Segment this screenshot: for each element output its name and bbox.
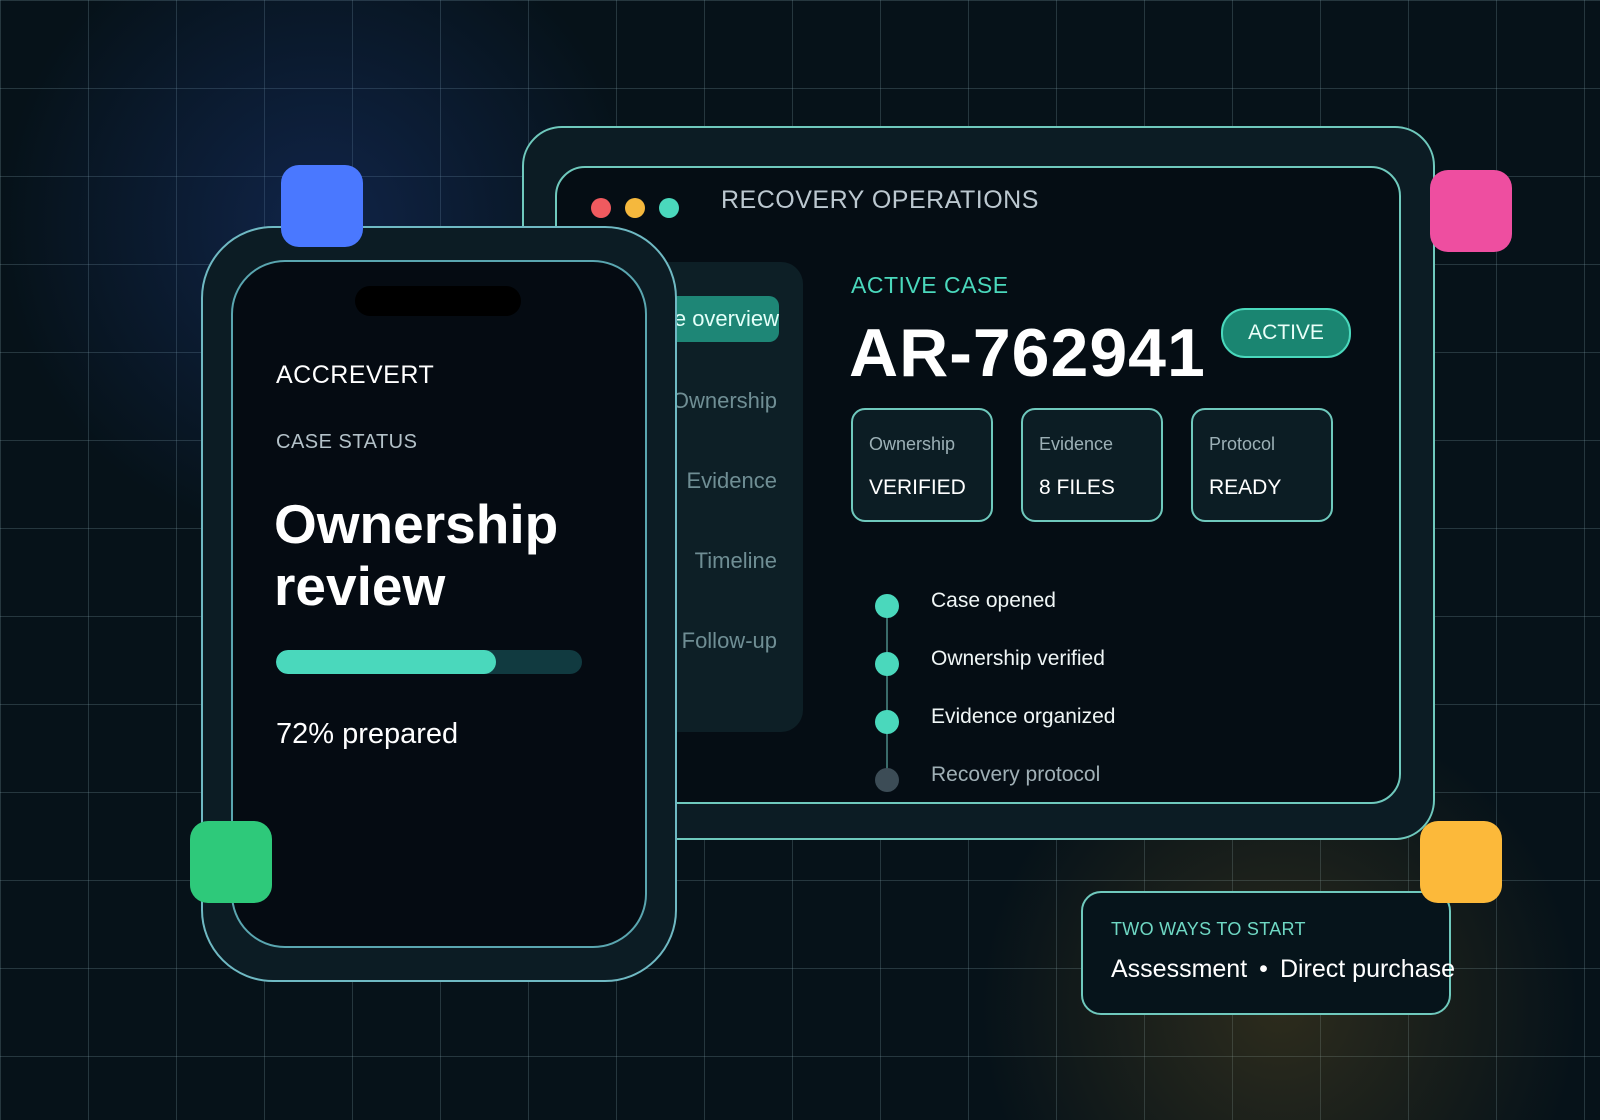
minimize-dot-icon[interactable] xyxy=(625,198,645,218)
stat-value: VERIFIED xyxy=(869,476,966,499)
start-label: TWO WAYS TO START xyxy=(1111,919,1306,939)
stat-label: Ownership xyxy=(869,434,956,454)
timeline-step: Ownership verified xyxy=(931,647,1105,670)
window-controls xyxy=(591,198,679,218)
maximize-dot-icon[interactable] xyxy=(659,198,679,218)
case-status-label: CASE STATUS xyxy=(276,431,418,453)
timeline-step: Case opened xyxy=(931,589,1056,612)
phone-heading: Ownership review xyxy=(274,493,559,617)
desktop-window: RECOVERY OPERATIONS Case overview Owners… xyxy=(555,166,1401,804)
phone-notch xyxy=(355,286,521,316)
start-options: Assessment • Direct purchase xyxy=(1111,955,1455,984)
stat-card-evidence[interactable]: Evidence 8 FILES xyxy=(1021,408,1163,522)
yellow-square-icon xyxy=(1420,821,1502,903)
timeline-dot-pending-icon xyxy=(875,768,899,792)
close-dot-icon[interactable] xyxy=(591,198,611,218)
stat-card-ownership[interactable]: Ownership VERIFIED xyxy=(851,408,993,522)
start-options-card: TWO WAYS TO START Assessment • Direct purc… xyxy=(1081,891,1455,1015)
timeline-dot-complete-icon xyxy=(875,594,899,618)
blue-square-icon xyxy=(281,165,363,247)
stat-label: Evidence xyxy=(1039,434,1114,454)
stat-card-protocol[interactable]: Protocol READY xyxy=(1191,408,1333,522)
case-id: AR-762941 xyxy=(849,315,1206,391)
sidebar-item-timeline[interactable]: Timeline xyxy=(695,548,777,574)
green-square-icon xyxy=(190,821,272,903)
brand-name: ACCREVERT xyxy=(276,361,435,389)
status-badge: ACTIVE xyxy=(1221,308,1351,358)
stat-label: Protocol xyxy=(1209,434,1276,454)
section-label: ACTIVE CASE xyxy=(851,272,1009,298)
progress-bar xyxy=(276,650,582,674)
pink-square-icon xyxy=(1430,170,1512,252)
sidebar-item-evidence[interactable]: Evidence xyxy=(686,468,777,494)
stat-value: READY xyxy=(1209,476,1282,499)
timeline-step: Recovery protocol xyxy=(931,763,1101,786)
bullet-separator: • xyxy=(1259,955,1268,983)
sidebar-item-follow-up[interactable]: Follow-up xyxy=(682,628,777,654)
sidebar-item-ownership[interactable]: Ownership xyxy=(672,388,777,414)
timeline-step: Evidence organized xyxy=(931,705,1116,728)
assessment-link[interactable]: Assessment xyxy=(1111,955,1247,983)
timeline-dot-complete-icon xyxy=(875,710,899,734)
timeline-connector xyxy=(886,598,888,774)
progress-fill xyxy=(276,650,497,674)
window-title: RECOVERY OPERATIONS xyxy=(721,186,1039,214)
progress-text: 72% prepared xyxy=(276,718,459,750)
direct-purchase-link[interactable]: Direct purchase xyxy=(1280,955,1455,983)
stat-value: 8 FILES xyxy=(1039,476,1115,499)
timeline-dot-complete-icon xyxy=(875,652,899,676)
